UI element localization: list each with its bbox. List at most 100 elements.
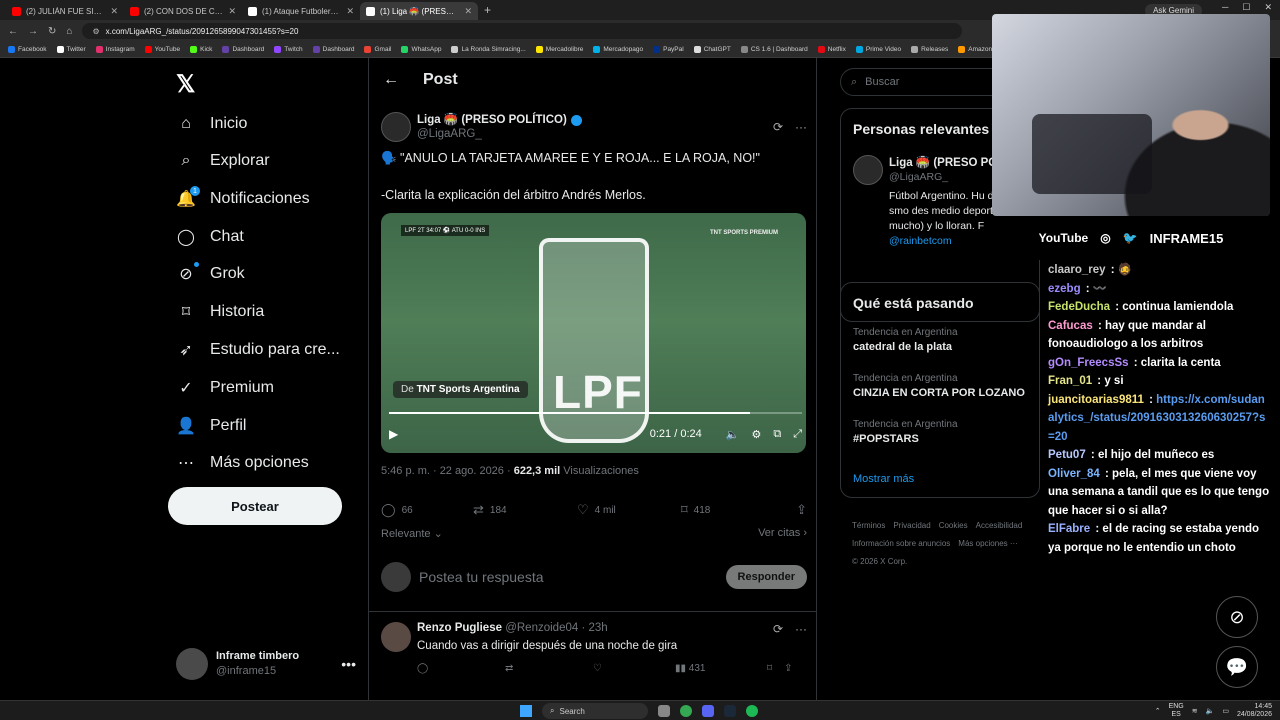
trend-item[interactable]: Tendencia en Argentina catedral de la pla… (853, 327, 1043, 353)
bookmark-icon[interactable]: ⌑ (767, 663, 772, 674)
forward-icon[interactable]: → (28, 26, 38, 37)
footer-link[interactable]: Privacidad (893, 521, 930, 530)
steam-icon[interactable] (724, 705, 736, 717)
language-indicator[interactable]: ENG ES (1169, 703, 1184, 719)
reload-icon[interactable]: ↻ (48, 26, 56, 37)
pip-icon[interactable]: ⧉ (773, 428, 781, 441)
footer-link[interactable]: Información sobre anuncios (852, 539, 950, 548)
fullscreen-icon[interactable]: ⤢ (793, 428, 802, 441)
author-name[interactable]: Liga 🏟️ (PRESO POLÍTICO) (417, 113, 567, 127)
bookmark-item[interactable]: WhatsApp (401, 46, 441, 53)
view-quotes-link[interactable]: Ver citas › (758, 527, 807, 540)
grok-icon[interactable]: ⟳ (773, 120, 783, 134)
bookmark-button[interactable]: ⌑ 418 (681, 502, 785, 518)
windows-start-icon[interactable] (520, 705, 532, 717)
author-handle[interactable]: @LigaARG_ (417, 127, 767, 141)
spotify-icon[interactable] (746, 705, 758, 717)
bookmark-item[interactable]: Amazon (958, 46, 992, 53)
bookmark-item[interactable]: Twitter (56, 46, 86, 53)
settings-icon[interactable]: ⚙ (751, 428, 761, 441)
bookmark-item[interactable]: Dashboard (222, 46, 264, 53)
bookmark-item[interactable]: Prime Video (855, 46, 901, 53)
nav-item-perfil[interactable]: 👤 Perfil (176, 411, 246, 441)
volume-icon[interactable]: 🔈 (726, 428, 740, 441)
browser-tab[interactable]: (1) Ataque Futbolero en X: " ✕ (242, 2, 360, 20)
relevant-bio-link[interactable]: @rainbetcom (889, 235, 952, 247)
browser-tab[interactable]: (2) JULIÁN FUE SILBADO Y GIU ✕ (6, 2, 124, 20)
close-icon[interactable]: ✕ (1264, 2, 1272, 13)
bookmark-item[interactable]: ChatGPT (693, 46, 731, 53)
video-progress-bar[interactable] (389, 412, 802, 414)
nav-item-explorar[interactable]: ⌕ Explorar (176, 146, 270, 176)
minimize-icon[interactable]: ─ (1222, 2, 1228, 13)
browser-tab[interactable]: (1) Liga 🏟️ (PRESO POLÍTICO) ✕ (360, 2, 478, 20)
repost-button[interactable]: ⇄ 184 (473, 502, 577, 518)
reply-input[interactable]: Postea tu respuesta (419, 569, 718, 585)
video-player[interactable]: LPF 2T 34:07 ⚽ ATU 0-0 INS TNT SPORTS PR… (381, 213, 806, 453)
chrome-icon[interactable] (680, 705, 692, 717)
more-icon[interactable]: ••• (341, 656, 356, 672)
tray-chevron-icon[interactable]: ⌃ (1155, 707, 1161, 715)
like-button[interactable]: ♡ 4 mil (577, 502, 681, 518)
sort-dropdown[interactable]: Relevante ⌄ (381, 527, 443, 540)
bookmark-item[interactable]: YouTube (144, 46, 180, 53)
account-switcher[interactable]: Inframe timbero @inframe15 ••• (176, 646, 356, 682)
share-button[interactable]: ⇪ (796, 502, 807, 518)
clock[interactable]: 14:45 24/08/2026 (1237, 703, 1272, 719)
bookmark-item[interactable]: Netflix (817, 46, 846, 53)
messages-fab-button[interactable]: 💬 (1216, 646, 1258, 688)
new-tab-button[interactable]: + (484, 3, 491, 17)
close-tab-icon[interactable]: ✕ (228, 6, 236, 17)
nav-item-grok[interactable]: ⊘ Grok (176, 259, 245, 289)
nav-item-chat[interactable]: ◯ Chat (176, 222, 244, 252)
show-more-link[interactable]: Mostrar más (853, 473, 914, 485)
footer-link[interactable]: Accesibilidad (976, 521, 1023, 530)
bookmark-item[interactable]: Kick (190, 46, 212, 53)
post-timestamp[interactable]: 5:46 p. m. · 22 ago. 2026 · (381, 465, 514, 477)
post-button[interactable]: Postear (168, 487, 342, 525)
chat-username[interactable]: Oliver_84 (1048, 468, 1100, 480)
bookmark-item[interactable]: CS 1.6 | Dashboard (740, 46, 808, 53)
bookmark-item[interactable]: Facebook (8, 46, 47, 53)
relevant-name[interactable]: Liga 🏟️ (PRESO PO (889, 155, 997, 169)
taskbar-search[interactable]: ⌕ Search (542, 703, 648, 719)
reply-icon[interactable]: ◯ (417, 663, 505, 674)
close-tab-icon[interactable]: ✕ (110, 6, 118, 17)
bookmark-item[interactable]: Twitch (274, 46, 303, 53)
play-icon[interactable]: ▶ (389, 427, 398, 441)
task-view-icon[interactable] (658, 705, 670, 717)
nav-item-historia[interactable]: ⌑ Historia (176, 297, 264, 327)
reply-author-name[interactable]: Renzo Pugliese (417, 622, 502, 634)
chat-username[interactable]: Cafucas (1048, 320, 1093, 332)
video-source[interactable]: De TNT Sports Argentina (393, 381, 528, 398)
chat-username[interactable]: juancitoarias9811 (1048, 394, 1144, 406)
nav-item-premium[interactable]: ✓ Premium (176, 373, 274, 403)
chat-username[interactable]: claaro_rey (1048, 264, 1106, 276)
footer-link[interactable]: Cookies (939, 521, 968, 530)
chat-username[interactable]: ElFabre (1048, 523, 1090, 535)
chat-username[interactable]: FedeDucha (1048, 301, 1110, 313)
more-icon[interactable]: ··· (795, 622, 807, 636)
repost-icon[interactable]: ⇄ (505, 663, 593, 674)
nav-item-más-opciones[interactable]: ⋯ Más opciones (176, 448, 309, 478)
close-tab-icon[interactable]: ✕ (346, 6, 354, 17)
chat-username[interactable]: gOn_Freecs​Ss (1048, 357, 1129, 369)
home-browser-icon[interactable]: ⌂ (66, 26, 72, 37)
battery-icon[interactable]: ▭ (1222, 707, 1229, 715)
chat-username[interactable]: Fran_01 (1048, 375, 1092, 387)
chat-username[interactable]: ezebg (1048, 283, 1081, 295)
reply-button[interactable]: ◯ 66 (381, 502, 473, 518)
discord-icon[interactable] (702, 705, 714, 717)
relevant-avatar[interactable] (853, 155, 883, 185)
footer-link[interactable]: © 2026 X Corp. (852, 557, 907, 566)
url-field[interactable]: ⚙ x.com/LigaARG_/status/2091265899047301… (82, 23, 963, 39)
bookmark-item[interactable]: Releases (911, 46, 948, 53)
x-logo[interactable]: 𝕏 (176, 70, 195, 99)
nav-item-notificaciones[interactable]: 🔔 1 Notificaciones (176, 184, 310, 214)
footer-link[interactable]: Más opciones ··· (958, 539, 1018, 548)
heart-icon[interactable]: ♡ (593, 663, 675, 674)
author-avatar[interactable] (381, 112, 411, 142)
bookmark-item[interactable]: Mercadolibre (535, 46, 583, 53)
site-info-icon[interactable]: ⚙ (92, 27, 99, 36)
back-icon[interactable]: ← (8, 26, 18, 37)
